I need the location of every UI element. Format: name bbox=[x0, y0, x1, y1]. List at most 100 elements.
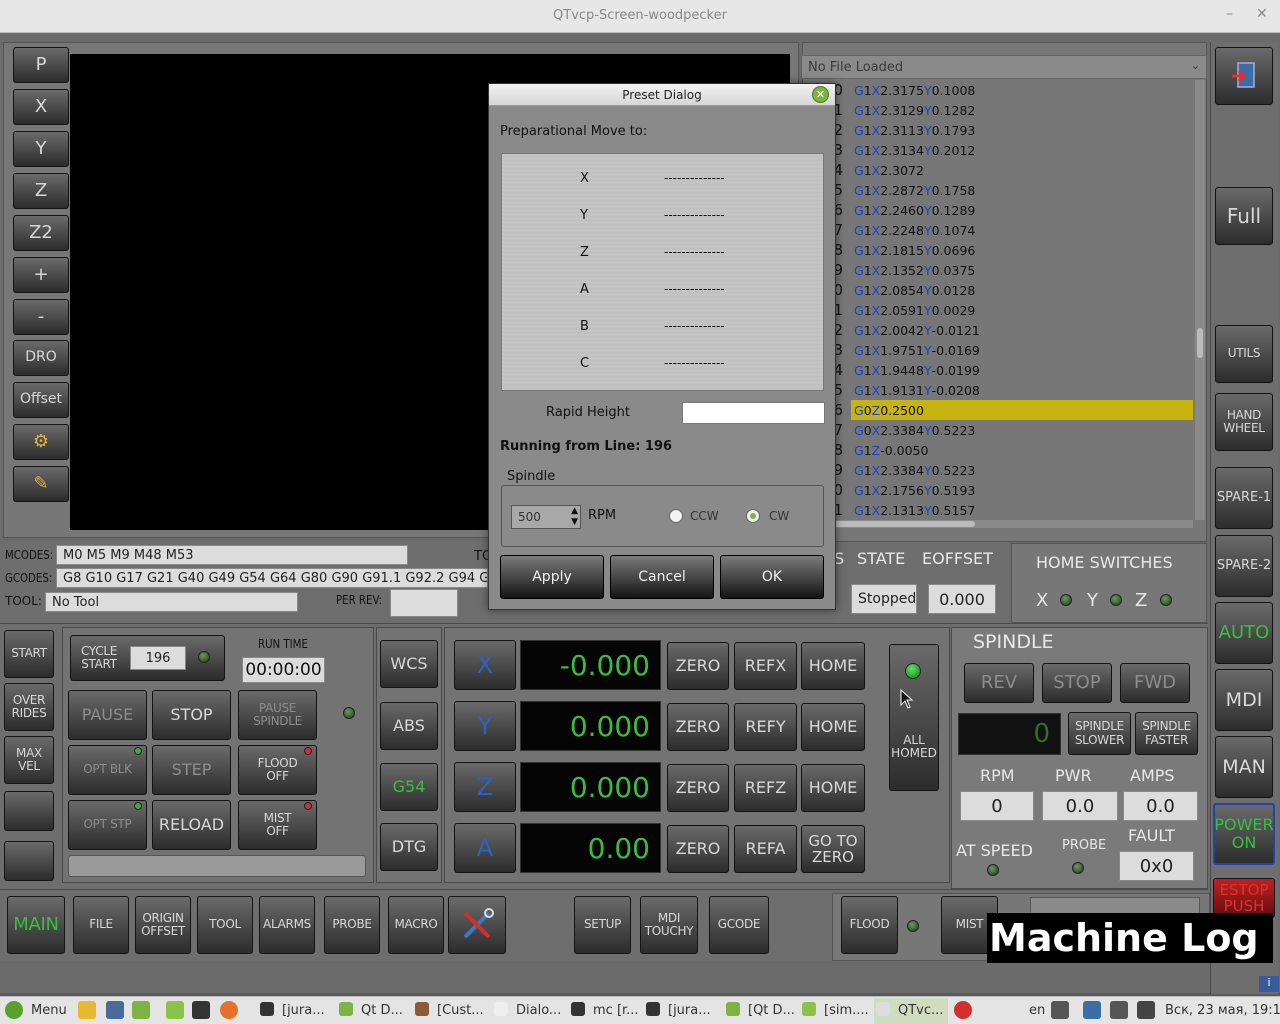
tab-tool[interactable]: TOOL bbox=[197, 896, 253, 954]
cycle-start-line[interactable]: 196 bbox=[130, 646, 186, 670]
launcher-icon-1[interactable] bbox=[78, 1001, 96, 1019]
axis-x-button[interactable]: X bbox=[454, 640, 516, 690]
folder-icon[interactable] bbox=[166, 1001, 184, 1019]
reload-button[interactable]: RELOAD bbox=[152, 800, 231, 850]
pause-button[interactable]: PAUSE bbox=[68, 690, 147, 740]
broom-button[interactable]: ✎ bbox=[13, 466, 69, 502]
firefox-icon[interactable] bbox=[220, 1001, 238, 1019]
mdi-button[interactable]: MDI bbox=[1215, 669, 1273, 731]
tab-alarms[interactable]: ALARMS bbox=[259, 896, 315, 954]
gcode-line[interactable]: 201G1 X2.1313 Y0.5157 bbox=[805, 500, 1193, 520]
auto-button[interactable]: AUTO bbox=[1215, 602, 1273, 664]
taskbar-item[interactable]: [jura... bbox=[258, 998, 332, 1024]
minimize-button[interactable]: – bbox=[1226, 6, 1233, 22]
maxvel-button[interactable]: MAX VEL bbox=[4, 736, 54, 784]
left-button-5[interactable]: Z2 bbox=[13, 215, 69, 251]
setup-button[interactable]: SETUP bbox=[574, 896, 631, 954]
taskbar-item[interactable]: QTvc... bbox=[874, 998, 948, 1024]
gcode-line[interactable]: 188G1 X2.1815 Y0.0696 bbox=[805, 240, 1193, 260]
rpm-spinbox[interactable]: 500 ▲ ▼ bbox=[511, 505, 581, 529]
cw-radio[interactable] bbox=[746, 509, 760, 523]
file-combo[interactable]: No File Loaded ⌄ bbox=[801, 55, 1207, 79]
taskbar-item[interactable]: mc [r... bbox=[569, 998, 643, 1024]
cancel-button[interactable]: Cancel bbox=[610, 555, 714, 599]
menu-icon[interactable] bbox=[5, 1001, 23, 1019]
terminal-icon[interactable] bbox=[192, 1001, 210, 1019]
apply-button[interactable]: Apply bbox=[500, 555, 604, 599]
gcode-line[interactable]: 181G1 X2.3129 Y0.1282 bbox=[805, 100, 1193, 120]
gcode-line[interactable]: 195G1 X1.9131 Y-0.0208 bbox=[805, 380, 1193, 400]
gcode-line[interactable]: 193G1 X1.9751 Y-0.0169 bbox=[805, 340, 1193, 360]
tab-origin-offset[interactable]: ORIGIN OFFSET bbox=[135, 896, 191, 954]
go-to-zero-button[interactable]: GO TO ZERO bbox=[801, 825, 865, 873]
gcode-line[interactable]: 180G1 X2.3175 Y0.1008 bbox=[805, 80, 1193, 100]
home-z-button[interactable]: HOME bbox=[801, 764, 865, 812]
power-on-button[interactable]: POWER ON bbox=[1213, 803, 1275, 865]
gcode-list[interactable]: 180G1 X2.3175 Y0.1008181G1 X2.3129 Y0.12… bbox=[805, 80, 1193, 520]
preset-x-value[interactable]: -------------- bbox=[664, 171, 725, 185]
gcode-line[interactable]: 198G1 Z-0.0050 bbox=[805, 440, 1193, 460]
lathe-button[interactable]: ⚙ bbox=[13, 424, 69, 460]
taskbar-item[interactable]: [sim.... bbox=[800, 998, 874, 1024]
gcode-line[interactable]: 190G1 X2.0854 Y0.0128 bbox=[805, 280, 1193, 300]
tab-probe[interactable]: PROBE bbox=[324, 896, 380, 954]
preset-c-value[interactable]: -------------- bbox=[664, 356, 725, 370]
ref-y-button[interactable]: REFY bbox=[734, 703, 797, 751]
stop-button[interactable]: STOP bbox=[152, 690, 231, 740]
axis-a-button[interactable]: A bbox=[454, 823, 516, 873]
spindle-slower-button[interactable]: SPINDLE SLOWER bbox=[1068, 712, 1131, 755]
axis-y-button[interactable]: Y bbox=[454, 701, 516, 751]
left-button-9[interactable]: Offset bbox=[13, 382, 69, 418]
gcode-line[interactable]: 200G1 X2.1756 Y0.5193 bbox=[805, 480, 1193, 500]
spindle-stop-button[interactable]: STOP bbox=[1042, 663, 1112, 703]
gcode-line[interactable]: 189G1 X2.1352 Y0.0375 bbox=[805, 260, 1193, 280]
home-x-button[interactable]: HOME bbox=[801, 642, 865, 690]
left-button-4[interactable]: Z bbox=[13, 173, 69, 209]
dialog-close-icon[interactable]: ✕ bbox=[812, 86, 829, 103]
handwheel-button[interactable]: HAND WHEEL bbox=[1215, 393, 1273, 451]
gcode-line[interactable]: 183G1 X2.3134 Y0.2012 bbox=[805, 140, 1193, 160]
full-button[interactable]: Full bbox=[1215, 187, 1273, 245]
left-button-2[interactable]: X bbox=[13, 89, 69, 125]
tab-main[interactable]: MAIN bbox=[7, 896, 65, 954]
spindle-fwd-button[interactable]: FWD bbox=[1120, 663, 1190, 703]
zero-x-button[interactable]: ZERO bbox=[667, 642, 729, 690]
gcode-hscrollbar[interactable] bbox=[805, 520, 1193, 528]
gcode-line[interactable]: 191G1 X2.0591 Y0.0029 bbox=[805, 300, 1193, 320]
display-icon[interactable] bbox=[1137, 1001, 1155, 1019]
ref-a-button[interactable]: REFA bbox=[734, 825, 797, 873]
clipboard-icon[interactable] bbox=[1110, 1001, 1128, 1019]
gcode-line[interactable]: 182G1 X2.3113 Y0.1793 bbox=[805, 120, 1193, 140]
spare2-button[interactable]: SPARE-2 bbox=[1215, 535, 1273, 597]
ok-button[interactable]: OK bbox=[720, 555, 824, 599]
ccw-radio[interactable] bbox=[669, 509, 683, 523]
wcs-button[interactable]: WCS bbox=[380, 640, 438, 688]
left-button-3[interactable]: Y bbox=[13, 131, 69, 167]
mdi-touchy-button[interactable]: MDI TOUCHY bbox=[640, 896, 698, 954]
blank-button-1[interactable] bbox=[4, 791, 54, 831]
overrides-button[interactable]: OVER RIDES bbox=[4, 683, 54, 731]
abs-button[interactable]: ABS bbox=[380, 702, 438, 750]
zero-z-button[interactable]: ZERO bbox=[667, 764, 729, 812]
preset-b-value[interactable]: -------------- bbox=[664, 319, 725, 333]
flood-button[interactable]: FLOOD bbox=[841, 896, 898, 954]
g54-button[interactable]: G54 bbox=[380, 763, 438, 811]
tools-button[interactable] bbox=[448, 896, 506, 954]
gcode-line[interactable]: 187G1 X2.2248 Y0.1074 bbox=[805, 220, 1193, 240]
axis-z-button[interactable]: Z bbox=[454, 762, 516, 812]
estop-button[interactable]: ESTOP PUSH bbox=[1213, 878, 1275, 918]
taskbar-item[interactable]: [jura... bbox=[644, 998, 718, 1024]
spindle-rev-button[interactable]: REV bbox=[964, 663, 1034, 703]
left-button-1[interactable]: P bbox=[13, 47, 69, 83]
gcode-line[interactable]: 199G1 X2.3384 Y0.5223 bbox=[805, 460, 1193, 480]
left-button-7[interactable]: - bbox=[13, 299, 69, 335]
keyboard-layout[interactable]: en bbox=[1029, 1003, 1045, 1018]
pause-spindle-button[interactable]: PAUSE SPINDLE bbox=[238, 690, 317, 740]
shield-icon[interactable] bbox=[1083, 1001, 1101, 1019]
camera-icon[interactable] bbox=[106, 1001, 124, 1019]
taskbar-item[interactable]: [Cust... bbox=[413, 998, 487, 1024]
info-icon[interactable]: i bbox=[1259, 976, 1279, 992]
ref-x-button[interactable]: REFX bbox=[734, 642, 797, 690]
preset-y-value[interactable]: -------------- bbox=[664, 208, 725, 222]
blank-button-2[interactable] bbox=[4, 841, 54, 881]
